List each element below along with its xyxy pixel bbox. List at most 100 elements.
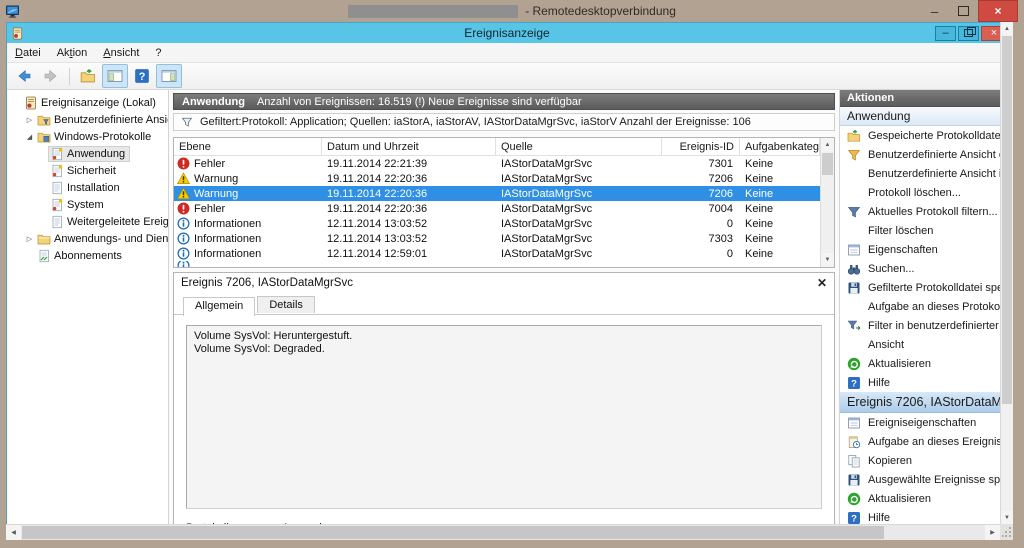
details-close-icon[interactable]: ✕ xyxy=(817,276,827,290)
rdp-maximize-button[interactable] xyxy=(949,0,978,22)
rdp-minimize-button[interactable]: – xyxy=(920,0,949,22)
action-aktuelles-protokoll-filtern[interactable]: Aktuelles Protokoll filtern... xyxy=(840,202,1000,221)
rdp-titlebar[interactable]: - Remotedesktopverbindung – × xyxy=(0,0,1024,22)
event-row[interactable]: Warnung19.11.2014 22:20:36IAStorDataMgrS… xyxy=(174,186,820,201)
column-header-aufgabenkategorie[interactable]: Aufgabenkategorie xyxy=(740,138,820,155)
svg-text:?: ? xyxy=(139,71,146,83)
action-protokoll-löschen[interactable]: Protokoll löschen... xyxy=(840,183,1000,202)
expander-collapsed-icon[interactable]: ▷ xyxy=(24,116,35,124)
toolbar-help-button[interactable]: ? xyxy=(129,64,155,88)
toolbar-show-console-tree-button[interactable] xyxy=(102,64,128,88)
tree-item-abonnements[interactable]: Abonnements xyxy=(7,247,168,264)
tree-item-anwendung[interactable]: Anwendung xyxy=(7,145,168,162)
action-ereigniseigenschaften[interactable]: Ereigniseigenschaften xyxy=(840,413,1000,432)
action-gespeicherte-protokolldatei-öff[interactable]: Gespeicherte Protokolldatei öff... xyxy=(840,126,1000,145)
event-message-box[interactable]: Volume SysVol: Heruntergestuft.Volume Sy… xyxy=(186,325,822,509)
rdp-close-button[interactable]: × xyxy=(978,0,1018,22)
scrollbar-thumb[interactable] xyxy=(22,526,884,539)
event-row[interactable]: Informationen12.11.2014 12:59:01IAStorDa… xyxy=(174,246,820,261)
event-viewer-icon xyxy=(24,96,38,110)
event-row[interactable]: Warnung19.11.2014 22:20:36IAStorDataMgrS… xyxy=(174,171,820,186)
mmc-restore-button[interactable] xyxy=(958,26,979,41)
mmc-close-button[interactable]: × xyxy=(981,26,1000,41)
toolbar-show-action-pane-button[interactable] xyxy=(156,64,182,88)
tree-item-installation[interactable]: Installation xyxy=(7,179,168,196)
action-filter-in-benutzerdefinierter-ans[interactable]: Filter in benutzerdefinierter Ans... xyxy=(840,316,1000,335)
action-gefilterte-protokolldatei-speich[interactable]: Gefilterte Protokolldatei speich... xyxy=(840,278,1000,297)
action-aktualisieren[interactable]: Aktualisieren xyxy=(840,354,1000,373)
rdp-vertical-scrollbar[interactable]: ▲ ▼ xyxy=(1000,22,1013,524)
tree-item-label: Anwendungs- und Dienstprotokolle xyxy=(54,233,169,245)
menu-datei[interactable]: Datei xyxy=(7,47,49,59)
filter-notice-bar[interactable]: Gefiltert:Protokoll: Application; Quelle… xyxy=(173,113,835,131)
restore-icon xyxy=(964,29,973,37)
rdp-title-text: - Remotedesktopverbindung xyxy=(525,4,676,18)
tree-item-system[interactable]: System xyxy=(7,196,168,213)
column-header-quelle[interactable]: Quelle xyxy=(496,138,662,155)
event-row[interactable]: Informationen12.11.2014 13:03:52IAStorDa… xyxy=(174,231,820,246)
event-row[interactable]: Informationen12.11.2014 13:03:52IAStorDa… xyxy=(174,216,820,231)
event-list-vertical-scrollbar[interactable]: ▲ ▼ xyxy=(820,138,834,267)
tree-item-anwendungs-und-dienstprotokolle[interactable]: ▷ Anwendungs- und Dienstprotokolle xyxy=(7,230,168,247)
scroll-right-icon[interactable]: ▶ xyxy=(985,525,1000,540)
scroll-left-icon[interactable]: ◀ xyxy=(6,525,21,540)
action-benutzerdefinierte-ansicht-imp[interactable]: Benutzerdefinierte Ansicht imp... xyxy=(840,164,1000,183)
tree-item-benutzerdefinierte-ansichten[interactable]: ▷Benutzerdefinierte Ansichten xyxy=(7,111,168,128)
column-header-ereignis-id[interactable]: Ereignis-ID xyxy=(662,138,740,155)
action-ausgewählte-ereignisse-speiche[interactable]: Ausgewählte Ereignisse speiche... xyxy=(840,470,1000,489)
action-aufgabe-an-dieses-protokoll-anf[interactable]: Aufgabe an dieses Protokoll anf... xyxy=(840,297,1000,316)
expander-expanded-icon[interactable]: ◢ xyxy=(24,133,35,141)
column-header-ebene[interactable]: Ebene xyxy=(174,138,322,155)
actions-section-ereignis-7206-iastordatamg[interactable]: Ereignis 7206, IAStorDataMg... xyxy=(840,392,1000,413)
action-hilfe[interactable]: ?Hilfe xyxy=(840,508,1000,524)
tree-item-windows-protokolle[interactable]: ◢Windows-Protokolle xyxy=(7,128,168,145)
actions-section-anwendung[interactable]: Anwendung xyxy=(840,107,1000,126)
rdp-horizontal-scrollbar[interactable]: ◀ ▶ xyxy=(6,524,1000,540)
scrollbar-thumb[interactable] xyxy=(822,153,833,175)
event-row[interactable] xyxy=(174,261,820,267)
event-id: 7004 xyxy=(662,203,740,215)
tab-details[interactable]: Details xyxy=(257,296,315,313)
toolbar-separator xyxy=(69,68,70,85)
resize-grip[interactable] xyxy=(1000,524,1013,540)
action-hilfe[interactable]: ?Hilfe xyxy=(840,373,1000,392)
menu-aktion[interactable]: Aktion xyxy=(49,47,96,59)
column-header-datum-und-uhrzeit[interactable]: Datum und Uhrzeit xyxy=(322,138,496,155)
tree-item-ereignisanzeige-lokal[interactable]: Ereignisanzeige (Lokal) xyxy=(7,94,168,111)
tree-item-weitergeleitete-ereignisse[interactable]: Weitergeleitete Ereignisse xyxy=(7,213,168,230)
toolbar-open-saved-log-button[interactable] xyxy=(75,64,101,88)
action-aktualisieren[interactable]: Aktualisieren xyxy=(840,489,1000,508)
toolbar-forward-button[interactable] xyxy=(38,64,64,88)
action-filter-löschen[interactable]: Filter löschen xyxy=(840,221,1000,240)
event-category: Keine xyxy=(740,203,820,215)
toolbar-back-button[interactable] xyxy=(11,64,37,88)
folder-log-icon xyxy=(37,130,51,144)
menu-ansicht[interactable]: Ansicht xyxy=(95,47,147,59)
action-suchen[interactable]: Suchen... xyxy=(840,259,1000,278)
scroll-down-icon[interactable]: ▼ xyxy=(1001,511,1013,524)
scrollbar-thumb[interactable] xyxy=(1002,36,1012,404)
event-category: Keine xyxy=(740,248,820,260)
action-eigenschaften[interactable]: Eigenschaften xyxy=(840,240,1000,259)
action-label: Hilfe xyxy=(868,512,890,524)
event-id: 7206 xyxy=(662,188,740,200)
action-ansicht[interactable]: Ansicht xyxy=(840,335,1000,354)
action-aufgabe-an-dieses-ereignis-anfü[interactable]: Aufgabe an dieses Ereignis anfü... xyxy=(840,432,1000,451)
mmc-minimize-button[interactable]: – xyxy=(935,26,956,41)
event-details-header: Ereignis 7206, IAStorDataMgrSvc ✕ xyxy=(174,273,834,293)
scroll-up-icon[interactable]: ▲ xyxy=(821,138,834,152)
action-label: Hilfe xyxy=(868,377,890,389)
action-benutzerdefinierte-ansicht-erste[interactable]: Benutzerdefinierte Ansicht erste... xyxy=(840,145,1000,164)
menu-help[interactable]: ? xyxy=(147,47,169,59)
tree-item-sicherheit[interactable]: Sicherheit xyxy=(7,162,168,179)
action-kopieren[interactable]: Kopieren xyxy=(840,451,1000,470)
scroll-up-icon[interactable]: ▲ xyxy=(1001,22,1013,35)
action-pane-icon xyxy=(161,68,177,84)
tree-item-label: Ereignisanzeige (Lokal) xyxy=(41,97,156,109)
expander-collapsed-icon[interactable]: ▷ xyxy=(24,235,35,243)
scroll-down-icon[interactable]: ▼ xyxy=(821,253,834,267)
tab-allgemein[interactable]: Allgemein xyxy=(183,297,255,316)
event-row[interactable]: Fehler19.11.2014 22:20:36IAStorDataMgrSv… xyxy=(174,201,820,216)
event-row[interactable]: Fehler19.11.2014 22:21:39IAStorDataMgrSv… xyxy=(174,156,820,171)
mmc-titlebar[interactable]: Ereignisanzeige – × xyxy=(7,23,1000,43)
